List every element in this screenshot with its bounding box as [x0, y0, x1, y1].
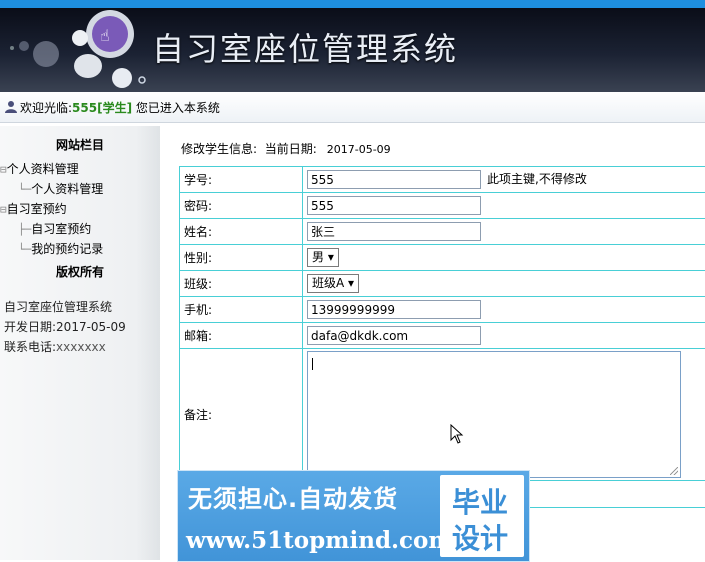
field-cell: 班级A ▾	[303, 271, 705, 297]
text-caret	[312, 358, 313, 370]
info-dev-date: 开发日期:2017-05-09	[4, 318, 126, 335]
badge-line1: 毕业	[452, 481, 508, 521]
field-label: 学号:	[180, 167, 303, 193]
class-select[interactable]: 班级A ▾	[307, 274, 359, 293]
welcome-username: 555[学生]	[72, 101, 132, 115]
form-row-gender: 性别: 男 ▾	[180, 245, 705, 271]
info-phone-label: 联系电话:	[4, 340, 56, 354]
info-phone-value: xxxxxxx	[56, 340, 106, 354]
password-input[interactable]: 555	[307, 196, 481, 215]
form-row-student-id: 学号: 555 此项主键,不得修改	[180, 167, 705, 193]
email-input[interactable]: dafa@dkdk.com	[307, 326, 481, 345]
tree-line-icon: └─	[18, 243, 31, 256]
tree-line-icon: └─	[18, 183, 31, 196]
form-row-password: 密码: 555	[180, 193, 705, 219]
field-cell: 555	[303, 193, 705, 219]
name-input[interactable]: 张三	[307, 222, 481, 241]
edit-student-form: 学号: 555此项主键,不得修改 密码: 555 姓名: 张三 性别: 男 ▾ …	[179, 166, 705, 508]
tree-node-reservation[interactable]: ⊟自习室预约	[0, 200, 67, 217]
form-heading: 修改学生信息: 当前日期: 2017-05-09	[181, 140, 391, 157]
remark-textarea[interactable]	[307, 351, 681, 478]
sidebar-section-title: 网站栏目	[0, 136, 160, 153]
field-label: 班级:	[180, 271, 303, 297]
field-label: 备注:	[180, 349, 303, 481]
field-cell	[303, 349, 705, 481]
form-row-class: 班级: 班级A ▾	[180, 271, 705, 297]
field-cell: 张三	[303, 219, 705, 245]
field-label: 性别:	[180, 245, 303, 271]
tree-leaf-my-records[interactable]: └─我的预约记录	[18, 240, 103, 257]
header-banner: ☝ 自习室座位管理系统	[0, 8, 705, 92]
tree-collapse-icon[interactable]: ⊟	[0, 163, 7, 176]
field-label: 手机:	[180, 297, 303, 323]
student-id-input[interactable]: 555	[307, 170, 481, 189]
welcome-text: 欢迎光临:555[学生] 您已进入本系统	[20, 99, 220, 116]
gender-select[interactable]: 男 ▾	[307, 248, 339, 267]
form-row-email: 邮箱: dafa@dkdk.com	[180, 323, 705, 349]
form-row-phone: 手机: 13999999999	[180, 297, 705, 323]
field-cell: 555 此项主键,不得修改	[303, 167, 705, 193]
mouse-pointer-icon	[450, 424, 464, 444]
primary-key-note: 此项主键,不得修改	[487, 172, 587, 186]
info-phone: 联系电话:xxxxxxx	[4, 338, 106, 355]
field-cell: dafa@dkdk.com	[303, 323, 705, 349]
tree-leaf-reserve[interactable]: ├─自习室预约	[18, 220, 91, 237]
info-system-name: 自习室座位管理系统	[4, 298, 112, 315]
current-date: 2017-05-09	[327, 143, 391, 156]
field-cell: 男 ▾	[303, 245, 705, 271]
user-icon	[4, 100, 18, 114]
form-row-remark: 备注:	[180, 349, 705, 481]
tree-line-icon: ├─	[18, 223, 31, 236]
tree-node-label[interactable]: 自习室预约	[7, 202, 67, 216]
tree-leaf-label[interactable]: 我的预约记录	[31, 242, 103, 256]
watermark-slogan: 无须担心.自动发货	[188, 479, 398, 514]
welcome-suffix: 您已进入本系统	[136, 101, 220, 115]
field-cell: 13999999999	[303, 297, 705, 323]
form-row-name: 姓名: 张三	[180, 219, 705, 245]
tree-leaf-label[interactable]: 个人资料管理	[31, 182, 103, 196]
app-title: 自习室座位管理系统	[152, 24, 458, 70]
welcome-prefix: 欢迎光临:	[20, 101, 72, 115]
form-title: 修改学生信息:	[181, 142, 257, 156]
watermark-badge: 毕业 设计	[440, 475, 524, 557]
watermark-banner: 无须担心.自动发货 www.51topmind.com 毕业 设计	[177, 470, 530, 562]
date-label: 当前日期:	[265, 142, 317, 156]
badge-line2: 设计	[452, 517, 508, 557]
resize-grip-icon[interactable]	[670, 467, 678, 475]
svg-text:☝: ☝	[100, 26, 110, 45]
welcome-bar: 欢迎光临:555[学生] 您已进入本系统	[0, 92, 705, 123]
tree-collapse-icon[interactable]: ⊟	[0, 203, 7, 216]
tree-node-profile[interactable]: ⊟个人资料管理	[0, 160, 79, 177]
field-label: 邮箱:	[180, 323, 303, 349]
tree-leaf-label[interactable]: 自习室预约	[31, 222, 91, 236]
field-label: 姓名:	[180, 219, 303, 245]
copyright-title: 版权所有	[0, 263, 160, 280]
tree-node-label[interactable]: 个人资料管理	[7, 162, 79, 176]
top-accent-bar	[0, 0, 705, 8]
sidebar: 网站栏目 ⊟个人资料管理 └─个人资料管理 ⊟自习室预约 ├─自习室预约 └─我…	[0, 126, 160, 560]
watermark-url: www.51topmind.com	[186, 527, 453, 554]
field-label: 密码:	[180, 193, 303, 219]
tree-leaf-profile-manage[interactable]: └─个人资料管理	[18, 180, 103, 197]
phone-input[interactable]: 13999999999	[307, 300, 481, 319]
